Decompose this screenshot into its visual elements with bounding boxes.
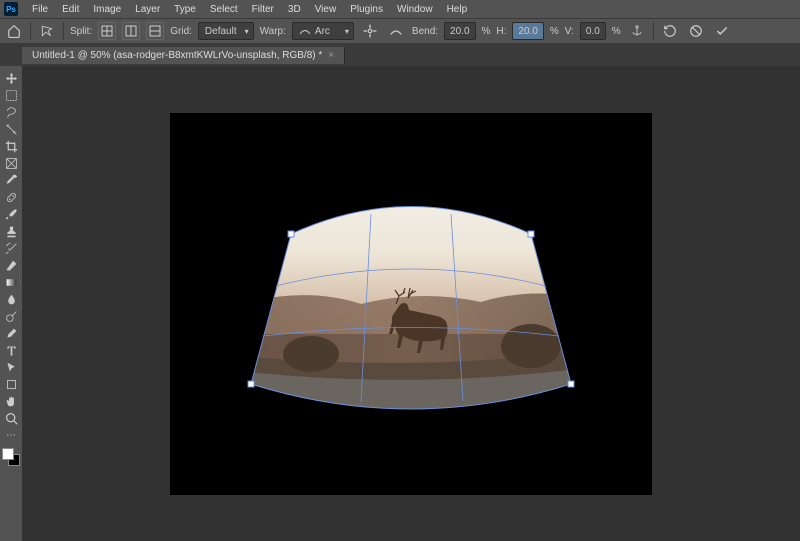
shape-tool[interactable] (0, 376, 22, 393)
menu-window[interactable]: Window (391, 2, 439, 17)
move-tool[interactable] (0, 70, 22, 87)
edit-toolbar[interactable]: ⋯ (0, 427, 22, 444)
brush-tool[interactable] (0, 206, 22, 223)
close-icon[interactable]: × (328, 50, 334, 61)
eraser-tool[interactable] (0, 257, 22, 274)
blur-tool[interactable] (0, 291, 22, 308)
menu-file[interactable]: File (26, 2, 54, 17)
type-tool[interactable] (0, 342, 22, 359)
h-input[interactable]: 20.0 (512, 22, 543, 40)
photoshop-icon: Ps (4, 2, 18, 16)
gradient-tool[interactable] (0, 274, 22, 291)
hand-tool[interactable] (0, 393, 22, 410)
color-swatches[interactable] (2, 448, 20, 466)
dodge-tool[interactable] (0, 308, 22, 325)
menu-image[interactable]: Image (87, 2, 127, 17)
menu-3d[interactable]: 3D (282, 2, 307, 17)
bend-input[interactable]: 20.0 (444, 22, 475, 40)
h-label: H: (496, 26, 506, 37)
history-brush-tool[interactable] (0, 240, 22, 257)
path-tool[interactable] (0, 359, 22, 376)
frame-tool[interactable] (0, 155, 22, 172)
pct-label: % (612, 26, 621, 37)
crop-tool[interactable] (0, 138, 22, 155)
reset-icon[interactable] (660, 21, 680, 41)
split-vert-btn[interactable] (122, 22, 140, 40)
zoom-tool[interactable] (0, 410, 22, 427)
menu-layer[interactable]: Layer (129, 2, 166, 17)
orientation-icon[interactable] (386, 21, 406, 41)
menu-select[interactable]: Select (204, 2, 244, 17)
wand-tool[interactable] (0, 121, 22, 138)
menu-type[interactable]: Type (168, 2, 202, 17)
v-label: V: (565, 26, 574, 37)
v-input[interactable]: 0.0 (580, 22, 606, 40)
foreground-color-swatch[interactable] (2, 448, 14, 460)
menu-view[interactable]: View (309, 2, 343, 17)
stamp-tool[interactable] (0, 223, 22, 240)
divider (30, 22, 31, 40)
pct-label: % (550, 26, 559, 37)
warped-image[interactable] (221, 174, 601, 434)
eyedropper-tool[interactable] (0, 172, 22, 189)
menu-plugins[interactable]: Plugins (344, 2, 389, 17)
anchor-icon[interactable] (627, 21, 647, 41)
tools-panel: ⋯ (0, 66, 22, 541)
commit-icon[interactable] (712, 21, 732, 41)
divider (63, 22, 64, 40)
warp-dropdown[interactable]: Arc (292, 22, 354, 40)
tab-bar: Untitled-1 @ 50% (asa-rodger-B8xmtKWLrVo… (0, 44, 800, 66)
split-label: Split: (70, 26, 92, 37)
menu-filter[interactable]: Filter (246, 2, 280, 17)
workspace: ⋯ (0, 66, 800, 541)
marquee-tool[interactable] (0, 87, 22, 104)
canvas-area[interactable] (22, 66, 800, 541)
cancel-icon[interactable] (686, 21, 706, 41)
menu-help[interactable]: Help (441, 2, 474, 17)
options-bar: Split: Grid: Default Warp: Arc Bend: 20.… (0, 18, 800, 44)
warp-value: Arc (315, 26, 330, 37)
grid-dropdown[interactable]: Default (198, 22, 254, 40)
grid-label: Grid: (170, 26, 192, 37)
transform-icon[interactable] (37, 21, 57, 41)
document-canvas[interactable] (170, 113, 652, 495)
menu-bar: Ps File Edit Image Layer Type Select Fil… (0, 0, 800, 18)
warp-label: Warp: (260, 26, 286, 37)
pen-tool[interactable] (0, 325, 22, 342)
lasso-tool[interactable] (0, 104, 22, 121)
home-icon[interactable] (4, 21, 24, 41)
pct-label: % (482, 26, 491, 37)
divider (653, 22, 654, 40)
split-horiz-btn[interactable] (146, 22, 164, 40)
healing-tool[interactable] (0, 189, 22, 206)
document-tab-title: Untitled-1 @ 50% (asa-rodger-B8xmtKWLrVo… (32, 50, 322, 61)
bend-label: Bend: (412, 26, 438, 37)
document-tab[interactable]: Untitled-1 @ 50% (asa-rodger-B8xmtKWLrVo… (22, 47, 345, 64)
menu-edit[interactable]: Edit (56, 2, 85, 17)
split-grid-btn[interactable] (98, 22, 116, 40)
gear-icon[interactable] (360, 21, 380, 41)
